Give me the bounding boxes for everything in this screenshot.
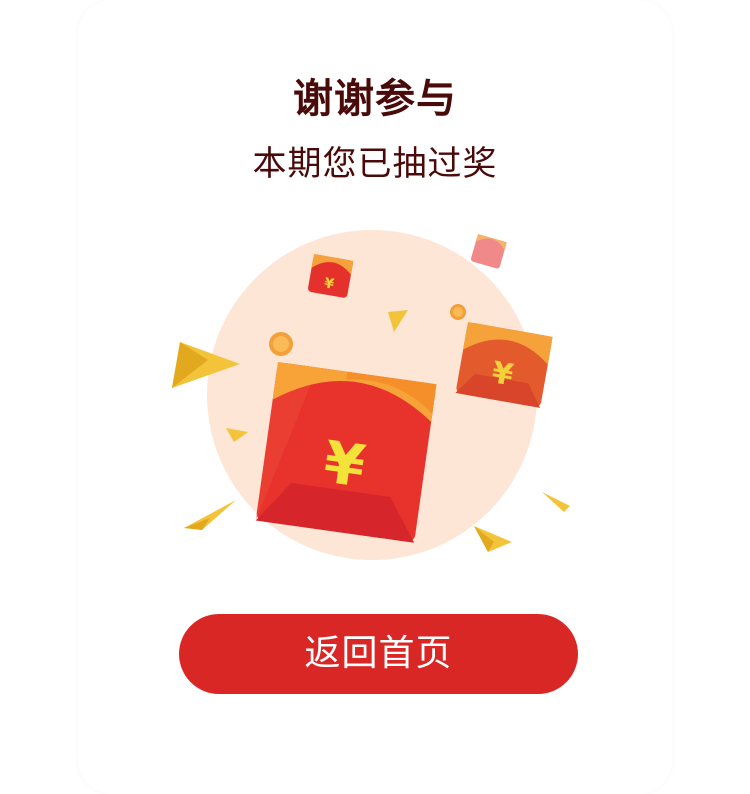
gold-diamond-icon xyxy=(184,500,236,530)
red-envelope-icon xyxy=(470,234,507,269)
coin-icon xyxy=(269,332,293,356)
gold-diamond-icon xyxy=(474,526,512,552)
back-to-home-button[interactable]: 返回首页 xyxy=(179,614,578,694)
coin-icon xyxy=(450,304,466,320)
result-title: 谢谢参与 xyxy=(293,76,457,122)
red-envelope-icon: ¥ xyxy=(455,322,553,408)
red-envelope-icon: ¥ xyxy=(255,362,437,543)
gold-diamond-icon xyxy=(542,492,570,512)
result-subtitle: 本期您已抽过奖 xyxy=(252,144,498,184)
page: 谢谢参与 本期您已抽过奖 ¥ ¥ ¥ 返回首页 xyxy=(0,0,750,794)
red-envelope-illustration: ¥ ¥ ¥ xyxy=(150,220,600,580)
red-envelope-icon: ¥ xyxy=(308,254,354,298)
